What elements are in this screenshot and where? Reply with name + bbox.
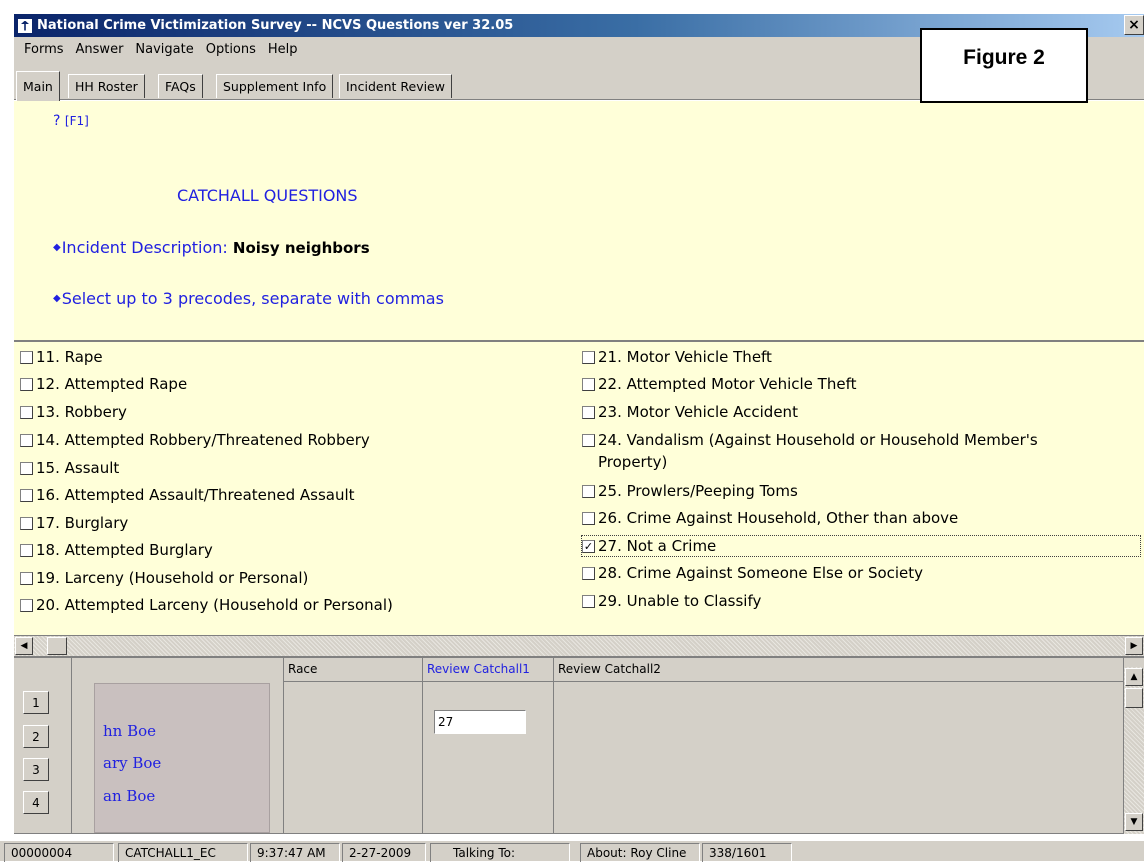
option-13[interactable]: 13. Robbery (20, 402, 127, 422)
checkbox[interactable] (582, 567, 595, 580)
status-field: CATCHALL1_EC (118, 843, 248, 862)
option-18[interactable]: 18. Attempted Burglary (20, 540, 213, 560)
status-time: 9:37:47 AM (250, 843, 340, 862)
section-title: CATCHALL QUESTIONS (177, 186, 358, 205)
checkbox[interactable] (20, 544, 33, 557)
incident-label: Incident Description: (61, 238, 228, 257)
checkbox[interactable] (20, 572, 33, 585)
option-28[interactable]: 28. Crime Against Someone Else or Societ… (582, 563, 923, 583)
menu-navigate[interactable]: Navigate (129, 42, 199, 57)
status-case-id: 00000004 (4, 843, 114, 862)
row-button-4[interactable]: 4 (23, 791, 49, 814)
scroll-up-icon[interactable]: ▲ (1125, 668, 1143, 686)
checkbox[interactable] (20, 489, 33, 502)
close-button[interactable]: × (1124, 15, 1144, 35)
status-about: About: Roy Cline (580, 843, 700, 862)
instruction: ◆Select up to 3 precodes, separate with … (53, 289, 444, 308)
race-cell[interactable] (284, 682, 423, 834)
option-21[interactable]: 21. Motor Vehicle Theft (582, 347, 772, 367)
help-icon: ? (53, 113, 61, 129)
person-name[interactable]: an Boe (103, 787, 155, 805)
option-19[interactable]: 19. Larceny (Household or Personal) (20, 568, 308, 588)
option-20[interactable]: 20. Attempted Larceny (Household or Pers… (20, 595, 393, 615)
status-talking-to: Talking To: (430, 843, 570, 862)
checkbox[interactable] (582, 434, 595, 447)
checkbox[interactable] (20, 406, 33, 419)
diamond-bullet-icon: ◆ (53, 242, 61, 253)
review-catchall2-cell[interactable] (554, 682, 1124, 834)
window-title: National Crime Victimization Survey -- N… (37, 18, 514, 33)
menu-options[interactable]: Options (200, 42, 262, 57)
checkbox[interactable] (20, 599, 33, 612)
review-catchall1-input[interactable]: 27 (434, 710, 526, 734)
checkbox[interactable] (582, 378, 595, 391)
checkbox[interactable] (20, 378, 33, 391)
option-22[interactable]: 22. Attempted Motor Vehicle Theft (582, 374, 856, 394)
checkbox[interactable] (20, 517, 33, 530)
tab-supplement-info[interactable]: Supplement Info (216, 74, 334, 98)
menu-answer[interactable]: Answer (70, 42, 130, 57)
option-15[interactable]: 15. Assault (20, 458, 119, 478)
option-29[interactable]: 29. Unable to Classify (582, 591, 761, 611)
app-icon (17, 17, 33, 34)
option-16[interactable]: 16. Attempted Assault/Threatened Assault (20, 485, 355, 505)
option-26[interactable]: 26. Crime Against Household, Other than … (582, 508, 958, 528)
tab-main[interactable]: Main (16, 71, 60, 101)
precode-options: 11. Rape 12. Attempted Rape 13. Robbery … (14, 340, 1144, 636)
option-17[interactable]: 17. Burglary (20, 513, 128, 533)
diamond-bullet-icon: ◆ (53, 293, 61, 304)
figure-label: Figure 2 (920, 28, 1088, 103)
person-name[interactable]: hn Boe (103, 722, 156, 740)
question-panel: ? [F1] CATCHALL QUESTIONS ◆Incident Desc… (14, 100, 1144, 340)
option-12[interactable]: 12. Attempted Rape (20, 374, 187, 394)
tab-incident-review[interactable]: Incident Review (339, 74, 452, 98)
checkbox[interactable] (582, 485, 595, 498)
vertical-scrollbar[interactable]: ▲ ▼ (1124, 667, 1144, 834)
option-23[interactable]: 23. Motor Vehicle Accident (582, 402, 798, 422)
checkbox[interactable] (20, 434, 33, 447)
column-header-race[interactable]: Race (284, 658, 423, 682)
scroll-thumb[interactable] (47, 637, 67, 655)
row-button-2[interactable]: 2 (23, 725, 49, 748)
scroll-thumb[interactable] (1125, 688, 1143, 708)
checkbox[interactable] (582, 512, 595, 525)
checkbox[interactable] (582, 595, 595, 608)
row-button-1[interactable]: 1 (23, 691, 49, 714)
instruction-text: Select up to 3 precodes, separate with c… (61, 289, 444, 308)
name-popup: hn Boe ary Boe an Boe (94, 683, 270, 833)
menu-forms[interactable]: Forms (18, 42, 70, 57)
checkbox[interactable] (20, 462, 33, 475)
help-link[interactable]: ? [F1] (53, 113, 89, 129)
checkbox[interactable] (582, 351, 595, 364)
scroll-left-icon[interactable]: ◀ (15, 637, 33, 655)
checkbox[interactable] (582, 406, 595, 419)
option-24[interactable]: 24. Vandalism (Against Household or Hous… (582, 430, 1038, 450)
option-24-continued: Property) (598, 453, 668, 471)
incident-description: ◆Incident Description: Noisy neighbors (53, 238, 370, 257)
status-date: 2-27-2009 (342, 843, 426, 862)
row-button-3[interactable]: 3 (23, 758, 49, 781)
status-bar: 00000004 CATCHALL1_EC 9:37:47 AM 2-27-20… (0, 840, 1144, 862)
option-25[interactable]: 25. Prowlers/Peeping Toms (582, 481, 798, 501)
tab-hh-roster[interactable]: HH Roster (68, 74, 145, 98)
horizontal-scrollbar[interactable]: ◀ ▶ (14, 636, 1144, 656)
person-name[interactable]: ary Boe (103, 754, 161, 772)
checkbox-checked[interactable]: ✓ (582, 540, 595, 553)
column-header-review-catchall2[interactable]: Review Catchall2 (554, 658, 1124, 682)
column-header-review-catchall1[interactable]: Review Catchall1 (423, 658, 554, 682)
option-27[interactable]: ✓ 27. Not a Crime (581, 535, 1141, 557)
checkbox[interactable] (20, 351, 33, 364)
status-progress: 338/1601 (702, 843, 792, 862)
incident-value: Noisy neighbors (232, 239, 370, 257)
option-14[interactable]: 14. Attempted Robbery/Threatened Robbery (20, 430, 370, 450)
review-catchall1-cell[interactable] (423, 682, 554, 834)
menu-help[interactable]: Help (262, 42, 304, 57)
help-key: [F1] (64, 114, 89, 128)
tab-faqs[interactable]: FAQs (158, 74, 203, 98)
scroll-right-icon[interactable]: ▶ (1125, 637, 1143, 655)
scroll-down-icon[interactable]: ▼ (1125, 813, 1143, 831)
option-11[interactable]: 11. Rape (20, 347, 103, 367)
